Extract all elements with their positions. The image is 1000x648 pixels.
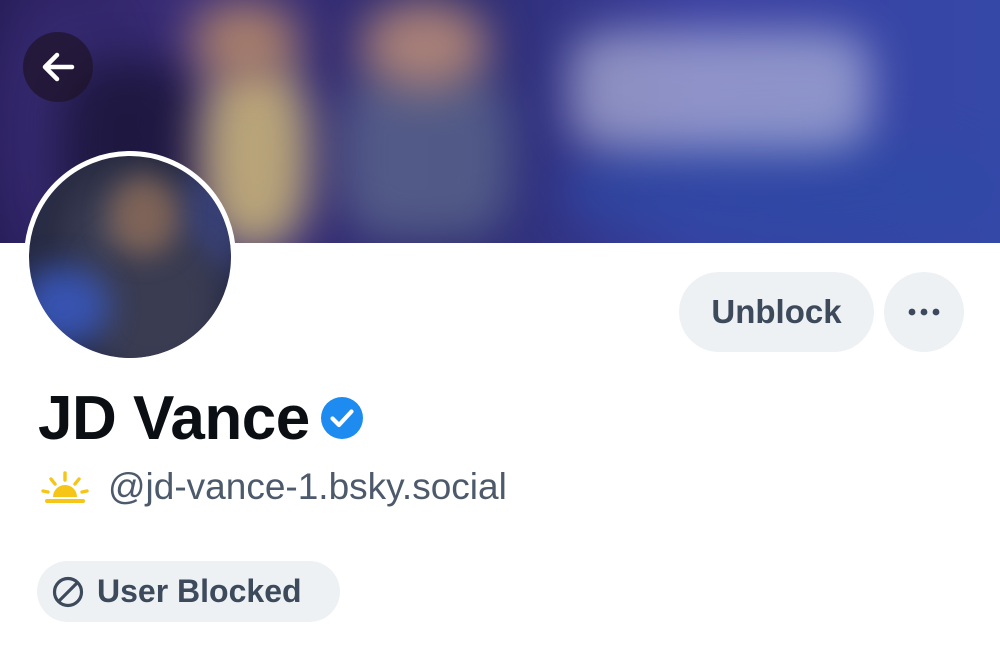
- verified-badge-icon[interactable]: [320, 396, 364, 440]
- user-blocked-badge: User Blocked: [37, 561, 340, 622]
- more-options-button[interactable]: [884, 272, 964, 352]
- back-button[interactable]: [23, 32, 93, 102]
- block-icon: [51, 575, 85, 609]
- unblock-button-label: Unblock: [711, 293, 842, 330]
- display-name: JD Vance: [38, 383, 310, 453]
- avatar[interactable]: [24, 151, 236, 363]
- handle-row: @jd-vance-1.bsky.social: [40, 462, 507, 512]
- unblock-button[interactable]: Unblock: [679, 272, 874, 352]
- sunrise-icon: [40, 467, 90, 507]
- display-name-row: JD Vance: [38, 380, 364, 456]
- profile-handle[interactable]: @jd-vance-1.bsky.social: [108, 466, 507, 508]
- profile-page: Unblock JD Vance @jd-vance-1.bsky.social…: [0, 0, 1000, 648]
- user-blocked-label: User Blocked: [97, 573, 302, 609]
- ellipsis-icon: [907, 307, 941, 317]
- arrow-left-icon: [38, 47, 78, 87]
